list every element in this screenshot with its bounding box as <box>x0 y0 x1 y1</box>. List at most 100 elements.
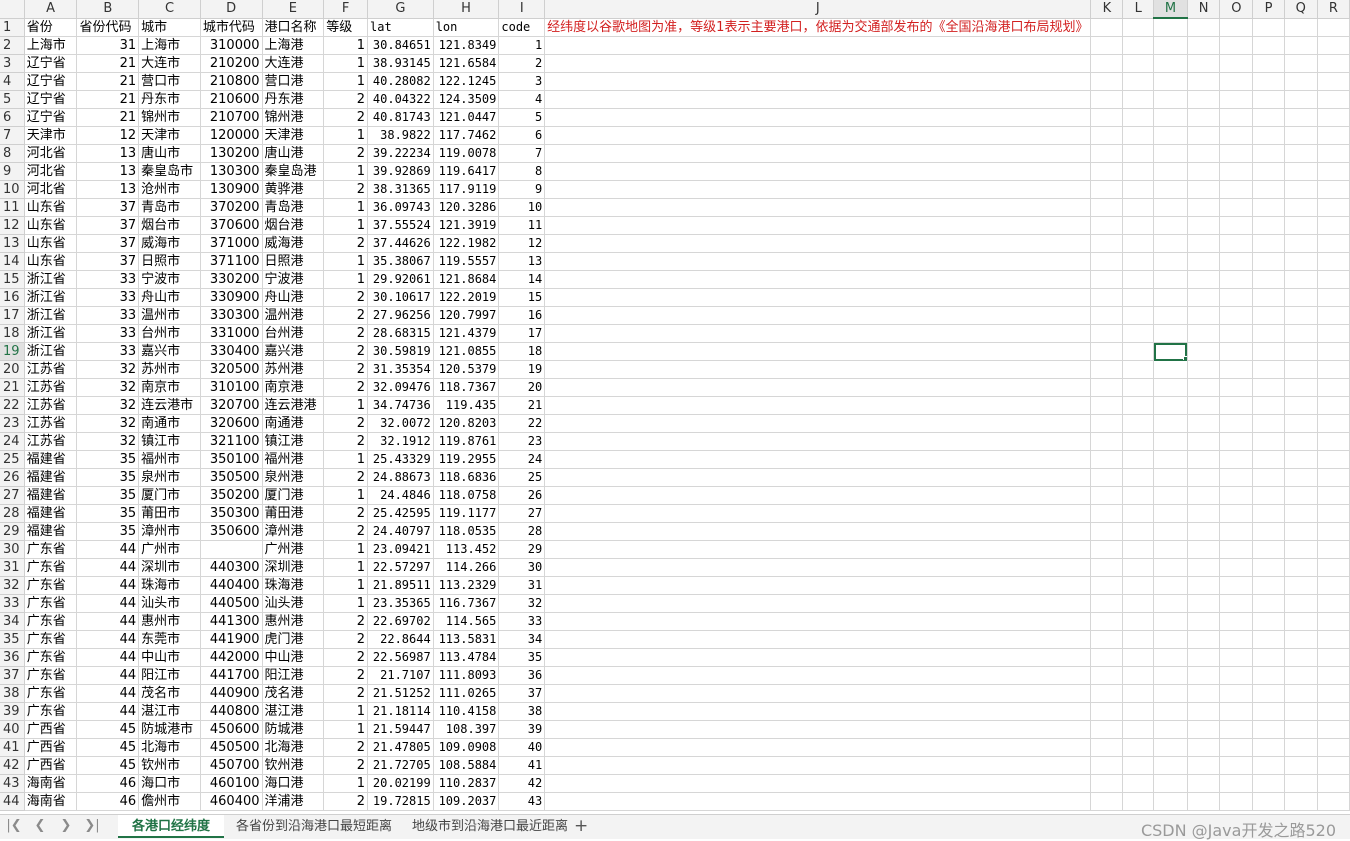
table-cell[interactable]: 广东省 <box>24 558 78 577</box>
table-cell[interactable]: 9 <box>498 180 546 199</box>
table-cell[interactable]: 210200 <box>200 54 263 73</box>
empty-cell[interactable] <box>1090 288 1124 307</box>
table-cell[interactable]: 秦皇岛市 <box>138 162 201 181</box>
empty-cell[interactable] <box>1153 738 1188 757</box>
empty-cell[interactable] <box>1187 198 1221 217</box>
table-cell[interactable]: 24.88673 <box>367 468 434 487</box>
table-cell[interactable]: 114.565 <box>433 612 500 631</box>
empty-cell[interactable] <box>1252 648 1285 667</box>
empty-cell[interactable] <box>1153 558 1188 577</box>
table-cell[interactable]: 34.74736 <box>367 396 434 415</box>
sheet-tab-province-distance[interactable]: 各省份到沿海港口最短距离 <box>222 815 406 838</box>
table-cell[interactable]: 45 <box>76 756 140 775</box>
empty-cell[interactable] <box>1317 270 1350 289</box>
table-cell[interactable]: 10 <box>498 198 546 217</box>
table-cell[interactable]: 440900 <box>200 684 263 703</box>
empty-cell[interactable] <box>1284 594 1318 613</box>
table-cell[interactable]: 防城港市 <box>138 720 201 739</box>
empty-cell[interactable] <box>1153 504 1188 523</box>
table-cell[interactable]: 海南省 <box>24 792 78 811</box>
table-cell[interactable]: 40 <box>498 738 546 757</box>
empty-cell[interactable] <box>1187 720 1221 739</box>
table-cell[interactable]: 镇江市 <box>138 432 201 451</box>
empty-cell[interactable] <box>1090 684 1124 703</box>
empty-cell[interactable] <box>1187 252 1221 271</box>
empty-cell[interactable] <box>1187 486 1221 505</box>
table-cell[interactable]: 350500 <box>200 468 263 487</box>
table-cell[interactable]: 2 <box>323 144 369 163</box>
table-cell[interactable]: 124.3509 <box>433 90 500 109</box>
row-header[interactable]: 15 <box>0 270 25 289</box>
empty-cell[interactable] <box>1252 756 1285 775</box>
empty-cell[interactable] <box>1187 288 1221 307</box>
row-header[interactable]: 26 <box>0 468 25 487</box>
table-cell[interactable]: 厦门市 <box>138 486 201 505</box>
table-cell[interactable]: 广东省 <box>24 594 78 613</box>
row-header[interactable]: 17 <box>0 306 25 325</box>
table-cell[interactable]: 南京港 <box>262 378 325 397</box>
empty-cell[interactable] <box>1090 702 1124 721</box>
empty-cell[interactable] <box>1284 342 1318 361</box>
empty-cell[interactable] <box>1317 252 1350 271</box>
table-cell[interactable]: 28.68315 <box>367 324 434 343</box>
empty-cell[interactable] <box>1122 396 1155 415</box>
table-cell[interactable]: 320500 <box>200 360 263 379</box>
empty-cell[interactable] <box>1090 54 1124 73</box>
table-cell[interactable]: 44 <box>76 666 140 685</box>
empty-cell[interactable] <box>1252 558 1285 577</box>
empty-cell[interactable] <box>1252 180 1285 199</box>
column-header-d[interactable]: D <box>200 0 263 19</box>
table-cell[interactable]: 江苏省 <box>24 360 78 379</box>
table-cell[interactable]: 2 <box>323 468 369 487</box>
table-cell[interactable]: 114.266 <box>433 558 500 577</box>
empty-cell[interactable] <box>1317 468 1350 487</box>
table-cell[interactable]: 2 <box>323 792 369 811</box>
table-cell[interactable]: 108.5884 <box>433 756 500 775</box>
table-cell[interactable]: 33 <box>76 306 140 325</box>
row-header[interactable]: 6 <box>0 108 25 127</box>
empty-cell[interactable] <box>1090 576 1124 595</box>
table-cell[interactable]: 14 <box>498 270 546 289</box>
empty-cell[interactable] <box>544 576 1092 595</box>
table-cell[interactable]: 32 <box>76 396 140 415</box>
empty-cell[interactable] <box>1153 414 1188 433</box>
empty-cell[interactable] <box>1284 774 1318 793</box>
table-cell[interactable]: 连云港港 <box>262 396 325 415</box>
empty-cell[interactable] <box>1122 162 1155 181</box>
row-header[interactable]: 20 <box>0 360 25 379</box>
table-cell[interactable]: 119.435 <box>433 396 500 415</box>
empty-cell[interactable] <box>1219 360 1254 379</box>
empty-cell[interactable] <box>1187 432 1221 451</box>
row-header[interactable]: 14 <box>0 252 25 271</box>
table-cell[interactable]: 嘉兴市 <box>138 342 201 361</box>
table-cell[interactable]: 海南省 <box>24 774 78 793</box>
last-sheet-icon[interactable]: ❯| <box>84 818 100 833</box>
table-cell[interactable]: 35 <box>76 522 140 541</box>
empty-cell[interactable] <box>1090 216 1124 235</box>
empty-cell[interactable] <box>1284 270 1318 289</box>
empty-cell[interactable] <box>544 558 1092 577</box>
empty-cell[interactable] <box>1187 576 1221 595</box>
empty-cell[interactable] <box>1122 18 1155 37</box>
empty-cell[interactable] <box>1219 666 1254 685</box>
table-cell[interactable]: 1 <box>323 450 369 469</box>
empty-cell[interactable] <box>1122 54 1155 73</box>
empty-cell[interactable] <box>1187 144 1221 163</box>
empty-cell[interactable] <box>1284 378 1318 397</box>
empty-cell[interactable] <box>1090 558 1124 577</box>
table-cell[interactable]: 19 <box>498 360 546 379</box>
table-cell[interactable]: 莆田港 <box>262 504 325 523</box>
table-cell[interactable]: 1 <box>323 540 369 559</box>
empty-cell[interactable] <box>1187 216 1221 235</box>
empty-cell[interactable] <box>1317 648 1350 667</box>
table-cell[interactable]: 24.40797 <box>367 522 434 541</box>
table-cell[interactable]: 2 <box>323 90 369 109</box>
row-header[interactable]: 43 <box>0 774 25 793</box>
empty-cell[interactable] <box>1153 450 1188 469</box>
empty-cell[interactable] <box>1252 306 1285 325</box>
table-cell[interactable]: 44 <box>76 540 140 559</box>
empty-cell[interactable] <box>1219 378 1254 397</box>
table-cell[interactable]: 沧州市 <box>138 180 201 199</box>
table-cell[interactable]: 舟山市 <box>138 288 201 307</box>
empty-cell[interactable] <box>544 504 1092 523</box>
